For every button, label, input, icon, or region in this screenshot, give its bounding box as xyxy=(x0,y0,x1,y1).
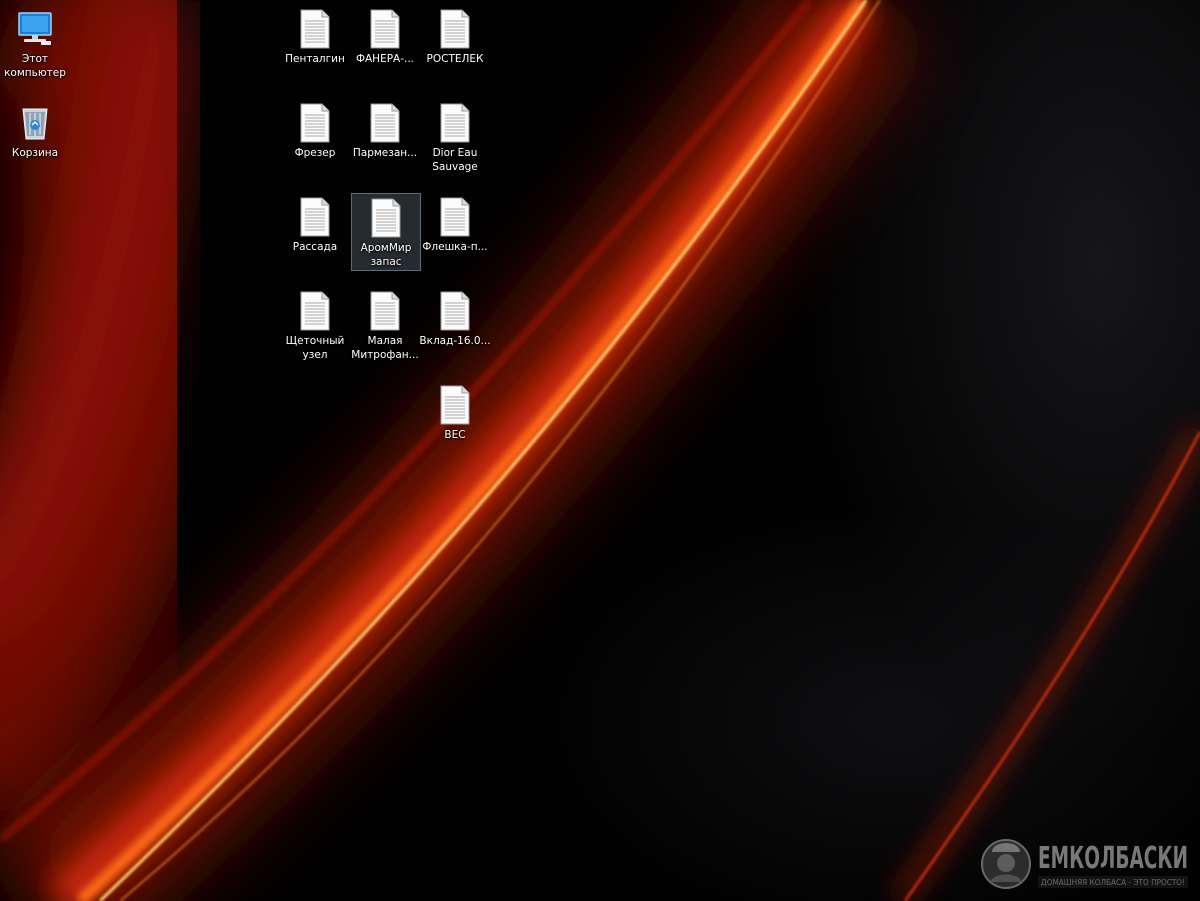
text-document-icon xyxy=(295,197,335,237)
desktop-icon-label: Этот компьютер xyxy=(4,53,66,79)
text-document-icon xyxy=(435,385,475,425)
desktop-icon-label: Корзина xyxy=(11,147,59,159)
text-document-icon xyxy=(435,197,475,237)
desktop-file-icon[interactable]: РОСТЕЛЕК xyxy=(422,4,488,67)
desktop-file-icon[interactable]: Фрезер xyxy=(282,98,348,161)
watermark-tagline: ДОМАШНЯЯ КОЛБАСА - ЭТО ПРОСТО! xyxy=(1041,878,1185,887)
desktop-file-label: ВЕС xyxy=(444,429,466,441)
text-document-icon xyxy=(295,103,335,143)
desktop-file-label: РОСТЕЛЕК xyxy=(426,53,484,65)
text-document-icon xyxy=(365,103,405,143)
text-document-icon xyxy=(366,198,406,238)
text-document-icon xyxy=(295,9,335,49)
desktop-file-label: Малая Митрофан... xyxy=(351,335,419,361)
desktop-file-icon[interactable]: Пармезан... xyxy=(352,98,418,161)
desktop-file-icon-selected[interactable]: АромМир запас xyxy=(351,193,421,271)
text-document-icon xyxy=(435,291,475,331)
desktop-file-label: Пармезан... xyxy=(352,147,418,159)
desktop-file-icon[interactable]: Пенталгин xyxy=(282,4,348,67)
desktop-file-label: Флешка-п... xyxy=(422,241,488,253)
recycle-bin-icon xyxy=(15,103,55,143)
text-document-icon xyxy=(435,9,475,49)
desktop-file-label: Dior Eau Sauvage xyxy=(432,147,478,173)
desktop[interactable]: Этот компьютер Корзина Пенталгин ФАНЕРА-… xyxy=(0,0,1200,901)
text-document-icon xyxy=(365,9,405,49)
computer-icon xyxy=(15,9,55,49)
desktop-file-label: Вклад-16.0... xyxy=(419,335,491,347)
watermark-brand: ЕМКОЛБАСКИ xyxy=(1038,841,1188,876)
text-document-icon xyxy=(295,291,335,331)
desktop-icon-recycle-bin[interactable]: Корзина xyxy=(2,98,68,161)
desktop-file-label: Щеточный узел xyxy=(285,335,345,361)
wallpaper xyxy=(0,0,1200,901)
desktop-file-label: ФАНЕРА-... xyxy=(355,53,415,65)
text-document-icon xyxy=(365,291,405,331)
desktop-file-icon[interactable]: Dior Eau Sauvage xyxy=(422,98,488,175)
desktop-file-icon[interactable]: ВЕС xyxy=(422,380,488,443)
desktop-file-label: Фрезер xyxy=(294,147,336,159)
desktop-file-icon[interactable]: Щеточный узел xyxy=(282,286,348,363)
desktop-file-icon[interactable]: ФАНЕРА-... xyxy=(352,4,418,67)
desktop-file-icon[interactable]: Флешка-п... xyxy=(422,192,488,255)
desktop-file-icon[interactable]: Вклад-16.0... xyxy=(419,286,491,349)
chef-emblem-icon xyxy=(981,839,1031,889)
desktop-file-icon[interactable]: Рассада xyxy=(282,192,348,255)
text-document-icon xyxy=(435,103,475,143)
watermark-logo: ЕМКОЛБАСКИ ДОМАШНЯЯ КОЛБАСА - ЭТО ПРОСТО… xyxy=(981,839,1188,889)
desktop-file-label: Пенталгин xyxy=(285,53,345,65)
desktop-file-label: Рассада xyxy=(292,241,338,253)
desktop-icon-this-pc[interactable]: Этот компьютер xyxy=(2,4,68,81)
desktop-file-icon[interactable]: Малая Митрофан... xyxy=(351,286,419,363)
desktop-file-label: АромМир запас xyxy=(360,242,412,268)
